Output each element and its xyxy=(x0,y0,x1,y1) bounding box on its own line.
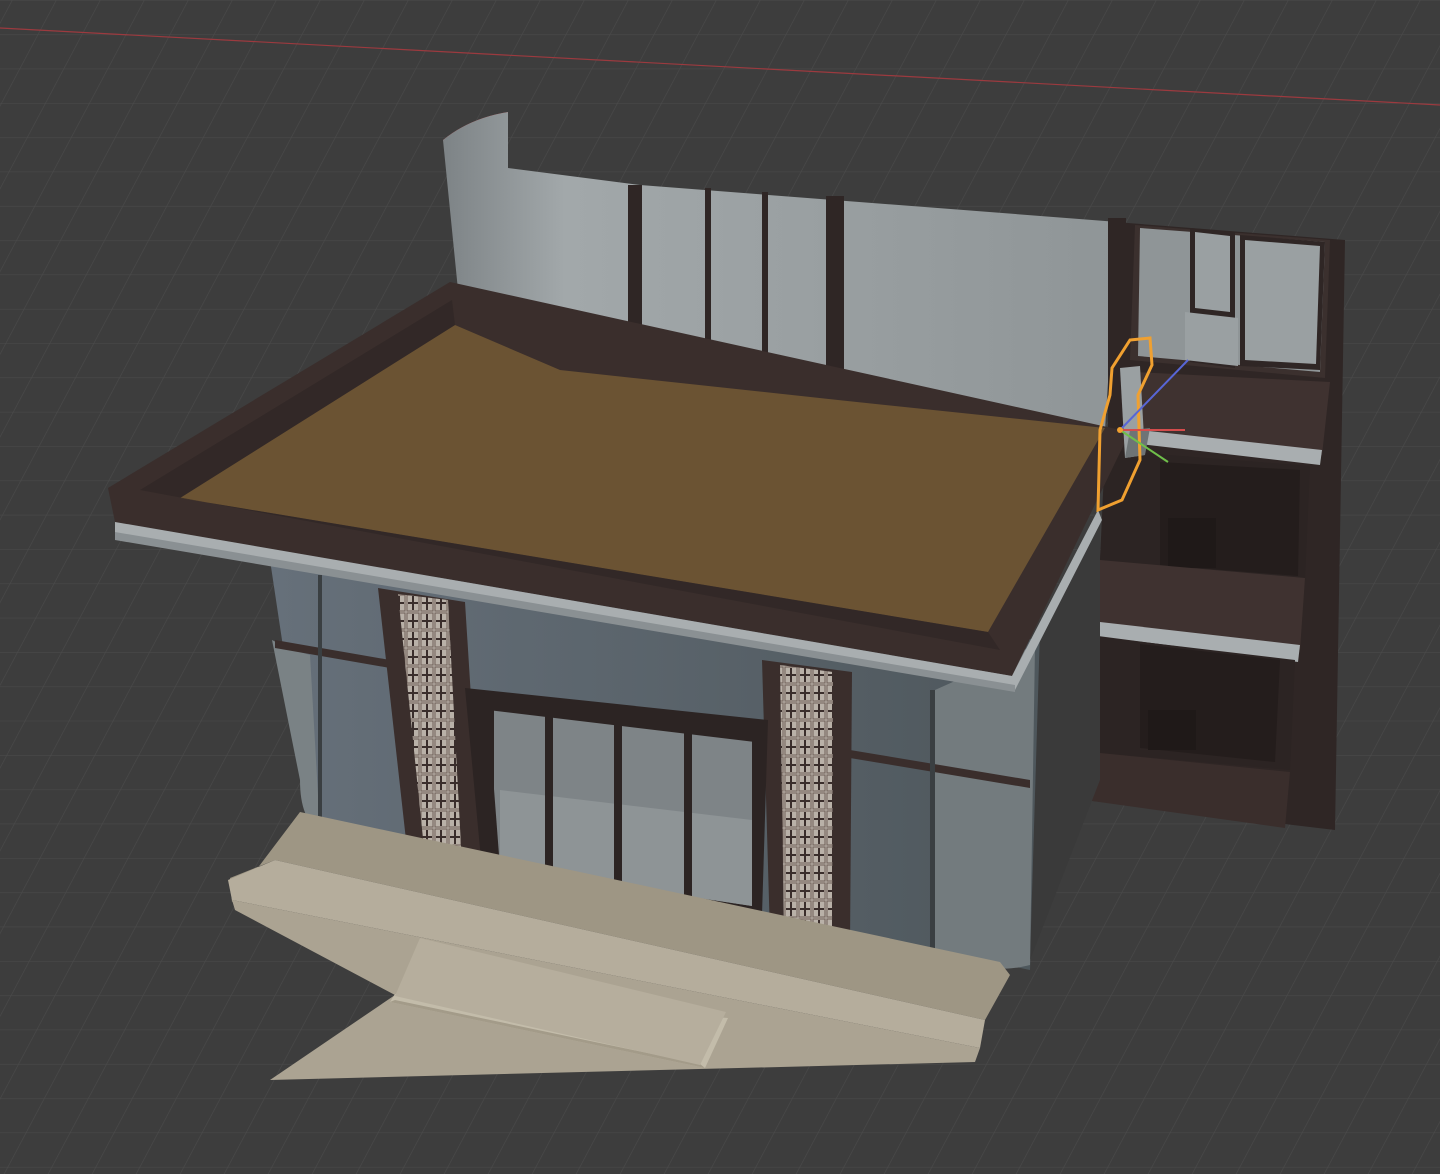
3d-viewport[interactable] xyxy=(0,0,1440,1174)
right-lattice-pillar xyxy=(762,660,852,945)
gizmo-origin[interactable] xyxy=(1117,427,1123,433)
